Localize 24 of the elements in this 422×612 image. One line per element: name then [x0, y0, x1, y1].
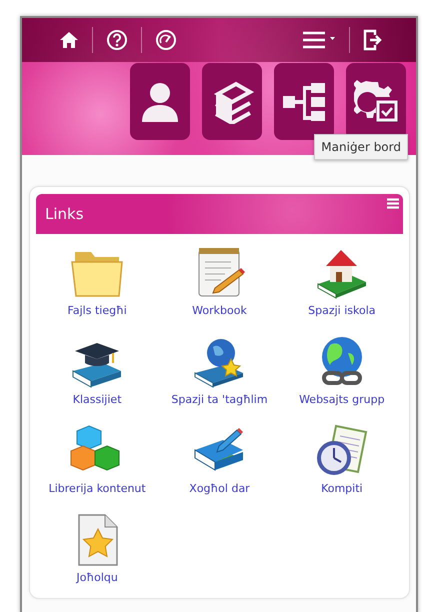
gauge-icon	[155, 29, 177, 51]
link-item[interactable]: Librerija kontenut	[46, 420, 148, 497]
books-tile[interactable]	[202, 63, 262, 140]
link-item[interactable]: Spazji iskola	[306, 242, 378, 319]
link-item[interactable]: Xogħol dar	[187, 420, 252, 497]
link-item[interactable]: Kompiti	[312, 420, 372, 497]
home-icon	[59, 31, 79, 49]
link-item[interactable]: Klassijiet	[67, 331, 128, 408]
link-item[interactable]: Fajls tiegħi	[66, 242, 129, 319]
help-icon	[106, 29, 128, 51]
link-item[interactable]: Spazji ta 'tagħlim	[169, 331, 270, 408]
hierarchy-icon	[281, 80, 327, 122]
user-tile[interactable]	[130, 63, 190, 140]
menu-button[interactable]	[387, 198, 399, 209]
link-item[interactable]: Workbook	[189, 242, 250, 319]
link-item[interactable]: Websajts grupp	[297, 331, 387, 408]
tooltip: Maniġer bord	[314, 134, 408, 160]
link-item[interactable]: Joħolqu	[67, 509, 128, 586]
logout-icon	[363, 29, 383, 51]
hierarchy-tile[interactable]	[274, 63, 334, 140]
card-title: Links	[45, 205, 84, 223]
menu-icon	[387, 198, 399, 209]
gear-checkbox-icon	[354, 80, 398, 124]
menu-icon	[302, 31, 336, 49]
